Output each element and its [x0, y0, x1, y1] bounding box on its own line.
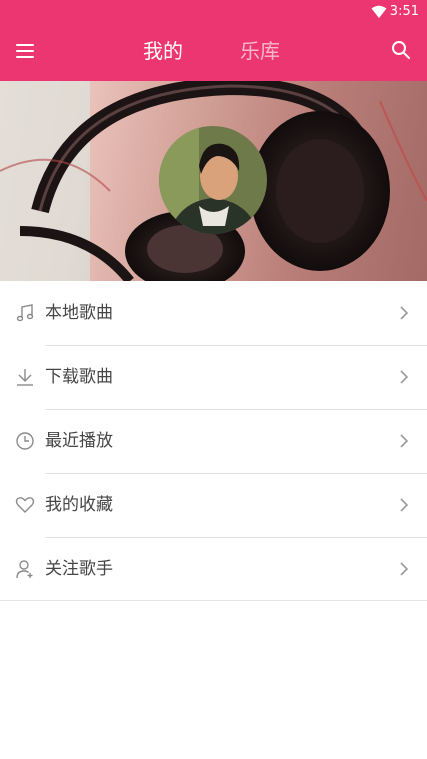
profile-avatar[interactable]	[159, 126, 267, 234]
menu-item-local-songs[interactable]: 本地歌曲	[0, 281, 427, 346]
menu-list: 本地歌曲 下载歌曲 最近播放 我的收藏 关注歌手	[0, 281, 427, 601]
status-bar: 3:51	[0, 0, 427, 24]
wifi-icon	[371, 5, 387, 18]
menu-item-label: 我的收藏	[45, 495, 113, 515]
menu-item-label: 本地歌曲	[45, 303, 113, 323]
chevron-right-icon	[400, 498, 409, 512]
chevron-right-icon	[400, 562, 409, 576]
clock-icon	[16, 432, 34, 450]
tab-library[interactable]: 乐库	[240, 38, 280, 64]
menu-item-recent[interactable]: 最近播放	[0, 409, 427, 474]
menu-item-label: 关注歌手	[45, 559, 113, 579]
chevron-right-icon	[400, 434, 409, 448]
chevron-right-icon	[400, 370, 409, 384]
avatar-image	[159, 126, 267, 234]
menu-item-followed-artists[interactable]: 关注歌手	[0, 537, 427, 601]
tab-mine[interactable]: 我的	[143, 38, 183, 64]
app-bar: 我的 乐库	[0, 24, 427, 81]
menu-item-label: 下载歌曲	[45, 367, 113, 387]
profile-banner	[0, 81, 427, 281]
menu-icon[interactable]	[14, 41, 36, 63]
download-icon	[17, 369, 33, 386]
menu-item-label: 最近播放	[45, 431, 113, 451]
status-time: 3:51	[389, 4, 419, 19]
heart-icon	[15, 497, 35, 513]
user-add-icon	[16, 560, 33, 579]
menu-item-downloads[interactable]: 下载歌曲	[0, 345, 427, 410]
chevron-right-icon	[400, 306, 409, 320]
menu-item-favorites[interactable]: 我的收藏	[0, 473, 427, 538]
search-icon[interactable]	[390, 39, 412, 61]
music-note-icon	[16, 304, 34, 322]
